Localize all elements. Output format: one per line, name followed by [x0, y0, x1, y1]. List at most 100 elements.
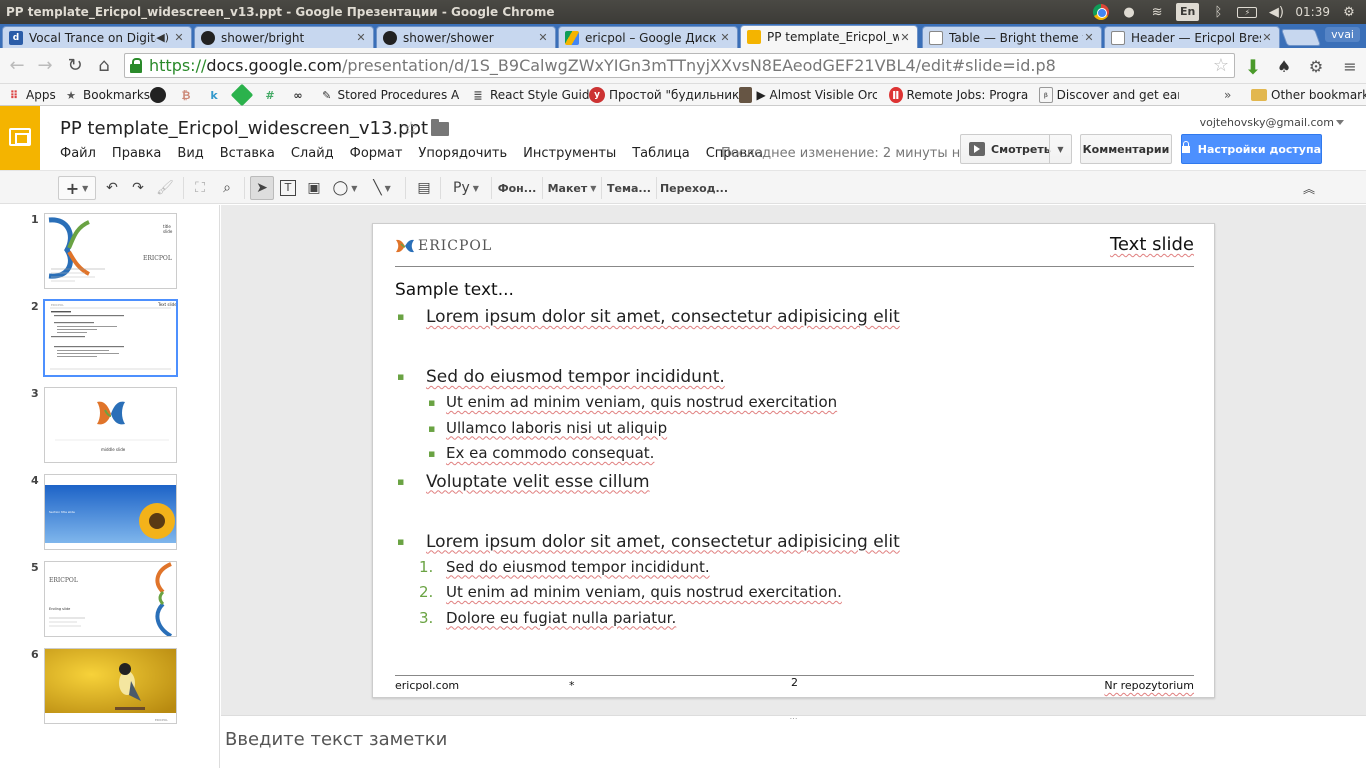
clock[interactable]: 01:39 [1295, 2, 1330, 22]
menu-insert[interactable]: Вставка [220, 146, 283, 161]
shape-icon[interactable]: ◯ ▼ [329, 176, 361, 200]
tab-close-icon[interactable]: ✕ [1261, 31, 1273, 44]
tab-google-drive[interactable]: ericpol – Google Диск ✕ [558, 26, 738, 48]
theme-button[interactable]: Тема... [607, 176, 651, 200]
keyboard-layout-indicator[interactable]: En [1176, 3, 1200, 21]
bookmark-other[interactable]: Other bookmarks [1251, 86, 1366, 104]
line-icon[interactable]: ╲ ▼ [366, 176, 398, 200]
footer-website[interactable]: ericpol.com [395, 679, 459, 692]
extension-gear-icon[interactable]: ⚙ [1306, 57, 1326, 77]
comments-button[interactable]: Комментарии [1080, 134, 1172, 164]
speaker-notes[interactable]: Введите текст заметки [221, 721, 1366, 768]
image-icon[interactable]: ▣ [303, 176, 325, 200]
menu-file[interactable]: Файл [60, 146, 104, 161]
slide-thumbnail-3[interactable]: middle slide [44, 387, 177, 463]
tab-close-icon[interactable]: ✕ [719, 31, 731, 44]
tab-shower-bright[interactable]: shower/bright ✕ [194, 26, 374, 48]
transition-button[interactable]: Переход... [660, 176, 728, 200]
slide-body-text[interactable]: Sample text... ▪ Lorem ipsum dolor sit a… [395, 278, 1195, 631]
slide-thumbnail-5[interactable]: ERICPOL Ending slide [44, 561, 177, 637]
speaker-notes-placeholder[interactable]: Введите текст заметки [225, 729, 447, 750]
star-icon[interactable]: ☆ [403, 118, 419, 139]
slide-thumbnail-1[interactable]: title slide ERICPOL [44, 213, 177, 289]
folder-icon[interactable] [431, 119, 449, 136]
wifi-icon[interactable]: ≋ [1148, 2, 1166, 22]
bookmark-stored-procedures[interactable]: ✎ Stored Procedures Are E [320, 86, 460, 104]
tab-close-icon[interactable]: ✕ [537, 31, 549, 44]
volume-icon[interactable]: ◀) [1267, 2, 1285, 22]
slide-thumbnail-4[interactable]: Section title slide [44, 474, 177, 550]
current-slide[interactable]: ERICPOL Text slide Sample text... ▪ Lore… [372, 223, 1215, 698]
footer-page-number[interactable]: 2 [791, 676, 798, 689]
new-tab-button[interactable] [1280, 29, 1322, 46]
bookmark-alarm[interactable]: y Простой "будильник" [589, 86, 745, 104]
footer-star[interactable]: * [569, 679, 575, 692]
bookmark-apps[interactable]: ⠿ Apps [6, 86, 56, 104]
select-cursor-icon[interactable]: ➤ [250, 176, 274, 200]
footer-repository[interactable]: Nr repozytorium [1104, 679, 1194, 692]
settings-gear-icon[interactable]: ⚙ [1340, 2, 1358, 22]
collapse-chevron-icon[interactable]: ︽ [1298, 176, 1320, 200]
menu-arrange[interactable]: Упорядочить [418, 146, 515, 161]
bluetooth-icon[interactable]: ᛒ [1209, 2, 1227, 22]
tab-close-icon[interactable]: ✕ [173, 31, 185, 44]
tab-header-ericpol[interactable]: Header — Ericpol Brest ✕ [1104, 26, 1280, 48]
slides-logo-icon[interactable] [0, 106, 40, 170]
user-email[interactable]: vojtehovsky@gmail.com [1200, 116, 1334, 129]
fit-icon[interactable]: ⛶ [189, 176, 211, 200]
menu-tools[interactable]: Инструменты [523, 146, 624, 161]
battery-icon[interactable]: ⚡ [1237, 2, 1258, 22]
text-box-icon[interactable]: T [277, 176, 299, 200]
forward-arrow-icon[interactable]: → [34, 55, 56, 77]
bookmark-slack[interactable]: # [262, 86, 282, 104]
tab-close-icon[interactable]: ✕ [899, 31, 911, 44]
comment-icon[interactable]: ▤ [413, 176, 435, 200]
slide-thumbnail-6[interactable]: ERICPOL [44, 648, 177, 724]
profile-badge[interactable]: vvai [1325, 27, 1360, 42]
last-edit-status[interactable]: Последнее изменение: 2 минуты назад [721, 146, 992, 161]
reload-icon[interactable]: ↻ [64, 55, 86, 77]
account-dropdown-icon[interactable] [1336, 120, 1344, 125]
menu-edit[interactable]: Правка [112, 146, 169, 161]
bookmark-star-icon[interactable]: ☆ [1213, 55, 1229, 76]
share-button[interactable]: Настройки доступа [1181, 134, 1322, 164]
bookmark-remote-jobs[interactable]: Ⅱ Remote Jobs: Programm [889, 86, 1029, 104]
download-arrow-icon[interactable]: ⬇ [1243, 57, 1263, 77]
bookmark-github[interactable] [150, 86, 170, 104]
background-button[interactable]: Фон... [498, 176, 537, 200]
secure-lock-icon[interactable] [130, 58, 142, 73]
tab-shower-shower[interactable]: shower/shower ✕ [376, 26, 556, 48]
tab-pp-template[interactable]: PP template_Ericpol_wide ✕ [740, 25, 918, 48]
menu-format[interactable]: Формат [350, 146, 411, 161]
bookmark-discover[interactable]: β Discover and get early a [1039, 86, 1179, 104]
document-title[interactable]: PP template_Ericpol_widescreen_v13.ppt [60, 118, 428, 139]
bookmarks-overflow-chevron[interactable]: » [1224, 86, 1231, 104]
input-tools-button[interactable]: Ру ▼ [446, 176, 486, 200]
bookmark-infinity[interactable]: ∞ [290, 86, 310, 104]
tab-vocal-trance[interactable]: d Vocal Trance on Digita ◀) ✕ [2, 26, 192, 48]
tab-close-icon[interactable]: ✕ [355, 31, 367, 44]
menu-icon[interactable]: ≡ [1340, 57, 1360, 77]
bookmark-bitcoin[interactable]: ₿ [178, 86, 198, 104]
redo-icon[interactable]: ↷ [128, 176, 148, 200]
bookmark-react-style[interactable]: ≣ React Style Guide [470, 86, 596, 104]
audio-playing-icon[interactable]: ◀) [156, 31, 169, 44]
undo-icon[interactable]: ↶ [102, 176, 122, 200]
address-bar[interactable]: https://docs.google.com/presentation/d/1… [124, 53, 1235, 78]
zoom-icon[interactable]: ⌕ [216, 176, 238, 200]
tab-close-icon[interactable]: ✕ [1083, 31, 1095, 44]
bookmark-klout[interactable]: k [206, 86, 226, 104]
bookmark-feedly[interactable] [230, 83, 254, 107]
new-slide-button[interactable]: + ▼ [58, 176, 96, 200]
tab-table-bright[interactable]: Table — Bright theme for ✕ [922, 26, 1102, 48]
slide-title[interactable]: Text slide [1110, 234, 1194, 255]
menu-table[interactable]: Таблица [632, 146, 698, 161]
notification-icon[interactable]: ● [1120, 2, 1138, 22]
back-arrow-icon[interactable]: ← [6, 55, 28, 77]
chrome-tray-icon[interactable] [1092, 2, 1110, 22]
bookmark-orchestra[interactable]: ▶ Almost Visible Orches [739, 86, 877, 104]
paint-format-icon[interactable]: 🖌 [155, 176, 175, 200]
evernote-icon[interactable]: ♠ [1274, 57, 1294, 77]
slide-thumbnail-2[interactable]: ERICPOL Text slide [43, 299, 178, 377]
address-url[interactable]: https://docs.google.com/presentation/d/1… [149, 56, 1056, 75]
